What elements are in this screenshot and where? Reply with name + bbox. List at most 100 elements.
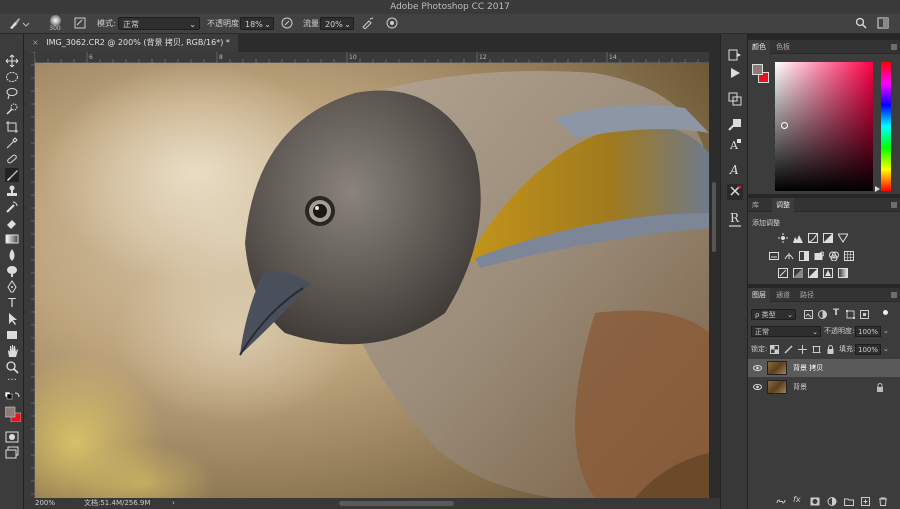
eraser-tool[interactable] (5, 216, 19, 230)
chevron-down-icon[interactable]: ⌄ (883, 326, 889, 337)
document-canvas[interactable] (35, 63, 709, 498)
history-brush-tool[interactable] (5, 200, 19, 214)
clone-stamp-tool[interactable] (5, 184, 19, 198)
gradient-tool[interactable] (5, 232, 19, 246)
tab-swatches[interactable]: 色板 (772, 40, 794, 54)
levels-icon[interactable] (793, 233, 803, 243)
mode-dropdown[interactable]: 正常 ⌄ (118, 17, 200, 30)
lock-artboard-icon[interactable] (812, 345, 821, 354)
eye-icon[interactable] (753, 364, 762, 372)
dodge-tool[interactable] (5, 264, 19, 278)
canvas-vertical-scrollbar[interactable] (709, 52, 720, 498)
link-layers-icon[interactable] (776, 497, 786, 506)
tab-paths[interactable]: 路径 (796, 288, 818, 302)
invert-icon[interactable] (778, 268, 788, 278)
layer-name[interactable]: 背景 拷贝 (793, 359, 823, 377)
exposure-icon[interactable] (823, 233, 833, 243)
filter-smart-object-icon[interactable] (860, 310, 869, 319)
pressure-size-button[interactable] (386, 17, 400, 30)
color-balance-icon[interactable] (784, 251, 794, 261)
new-layer-icon[interactable] (861, 497, 871, 506)
airbrush-button[interactable] (361, 17, 375, 30)
plugin-panel-button[interactable]: R (727, 210, 743, 230)
tab-adjustments[interactable]: 调整 (772, 198, 794, 212)
brush-presets-button[interactable] (727, 118, 743, 134)
document-tab[interactable]: × IMG_3062.CR2 @ 200% (背景 拷贝, RGB/16*) * (24, 34, 238, 52)
vertical-ruler[interactable] (24, 52, 35, 498)
curves-icon[interactable] (808, 233, 818, 243)
more-tools-button[interactable]: ··· (5, 376, 19, 390)
search-button[interactable] (855, 17, 869, 30)
marquee-tool[interactable] (5, 70, 19, 84)
color-swatches[interactable] (5, 392, 21, 422)
brightness-icon[interactable] (778, 233, 788, 243)
new-adjustment-layer-icon[interactable] (827, 497, 837, 506)
tool-presets-button[interactable] (727, 184, 743, 200)
color-field[interactable] (775, 62, 873, 191)
tab-color[interactable]: 颜色 (748, 40, 770, 54)
lasso-tool[interactable] (5, 86, 19, 100)
layer-filter-dropdown[interactable]: ρ 类型 ⌄ (751, 309, 796, 320)
quick-selection-tool[interactable] (5, 102, 19, 116)
color-lookup-icon[interactable] (844, 251, 854, 261)
actions-panel-button[interactable] (727, 66, 743, 82)
status-menu-arrow[interactable]: › (172, 498, 175, 509)
lock-all-icon[interactable] (826, 345, 835, 354)
color-picker-cursor[interactable] (781, 122, 788, 129)
filter-toggle-switch[interactable] (883, 310, 888, 315)
filter-type-icon[interactable]: T (833, 308, 839, 319)
filter-adjustment-icon[interactable] (818, 310, 827, 319)
fx-button[interactable]: fx (793, 495, 801, 504)
properties-panel-button[interactable] (727, 92, 743, 108)
hue-slider-handle-icon[interactable] (875, 186, 880, 192)
brush-panel-toggle[interactable] (74, 17, 88, 30)
brush-size-picker[interactable]: 300 (44, 15, 66, 33)
screen-mode-button[interactable] (5, 446, 19, 460)
workspace-button[interactable] (877, 17, 891, 30)
blend-mode-dropdown[interactable]: 正常 ⌄ (751, 326, 821, 337)
lock-transparent-icon[interactable] (770, 345, 779, 354)
vibrance-icon[interactable] (838, 233, 848, 243)
flow-field[interactable]: 20% ⌄ (320, 17, 354, 30)
lock-position-icon[interactable] (798, 345, 807, 354)
zoom-tool[interactable] (5, 360, 19, 374)
panel-menu-icon[interactable] (891, 202, 897, 208)
character-styles-button[interactable]: A (727, 138, 743, 154)
eye-icon[interactable] (753, 383, 762, 391)
history-panel-button[interactable] (727, 48, 743, 64)
blur-tool[interactable] (5, 248, 19, 262)
tab-layers[interactable]: 图层 (748, 288, 770, 302)
eyedropper-tool[interactable] (5, 136, 19, 150)
pressure-opacity-button[interactable] (281, 17, 295, 30)
type-tool[interactable]: T (5, 296, 19, 310)
zoom-level[interactable]: 200% (35, 498, 55, 509)
gradient-map-icon[interactable] (838, 268, 848, 278)
selective-color-icon[interactable] (823, 268, 833, 278)
fill-field[interactable]: 100% (855, 344, 881, 355)
tab-libraries[interactable]: 库 (748, 198, 763, 212)
layer-row-background-copy[interactable]: 背景 拷贝 (748, 359, 900, 377)
filter-pixel-icon[interactable] (804, 310, 813, 319)
rectangle-tool[interactable] (5, 328, 19, 342)
hue-slider[interactable] (881, 62, 891, 191)
pen-tool[interactable] (5, 280, 19, 294)
lock-pixels-icon[interactable] (784, 345, 793, 354)
horizontal-ruler[interactable]: 6 8 10 12 14 (35, 52, 709, 63)
add-mask-icon[interactable] (810, 497, 820, 506)
layer-name[interactable]: 背景 (793, 378, 807, 396)
channel-mixer-icon[interactable] (829, 251, 839, 261)
posterize-icon[interactable] (793, 268, 803, 278)
brush-tool[interactable] (5, 168, 19, 182)
chevron-down-icon[interactable]: ⌄ (883, 344, 889, 355)
foreground-color-swatch[interactable] (752, 64, 763, 75)
panel-menu-icon[interactable] (891, 44, 897, 50)
healing-brush-tool[interactable] (5, 152, 19, 166)
tab-channels[interactable]: 通道 (772, 288, 794, 302)
layer-row-background[interactable]: 背景 (748, 378, 900, 396)
new-group-icon[interactable] (844, 497, 854, 506)
crop-tool[interactable] (5, 120, 19, 134)
photo-filter-icon[interactable] (814, 251, 824, 261)
character-panel-button[interactable]: A (727, 162, 743, 178)
close-tab-icon[interactable]: × (32, 38, 39, 47)
filter-shape-icon[interactable] (846, 310, 855, 319)
